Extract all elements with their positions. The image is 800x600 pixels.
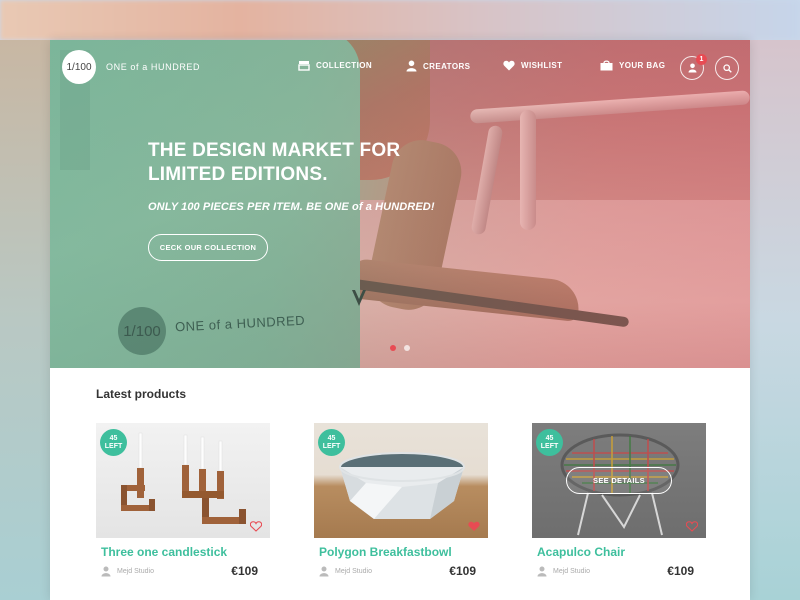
stock-label: LEFT	[104, 442, 123, 450]
nav-collection[interactable]: COLLECTION	[298, 60, 372, 71]
stock-left-badge: 45 LEFT	[318, 429, 345, 456]
wishlist-heart-icon[interactable]	[468, 521, 480, 532]
product-creator[interactable]: Mejd Studio	[319, 566, 372, 577]
brand-name[interactable]: ONE of a HUNDRED	[106, 62, 200, 72]
nav-wishlist[interactable]: WISHLIST	[503, 60, 562, 71]
nav-your-bag[interactable]: YOUR BAG	[600, 60, 665, 71]
nav-wishlist-label: WISHLIST	[521, 61, 563, 70]
nav-collection-label: COLLECTION	[316, 61, 372, 70]
stock-count: 45	[545, 434, 554, 442]
see-details-button[interactable]: SEE DETAILS	[566, 467, 672, 494]
background-blur-right	[750, 40, 800, 600]
product-name[interactable]: Acapulco Chair	[537, 545, 625, 559]
nav-creators-label: CREATORS	[423, 61, 471, 71]
background-blur-top	[0, 0, 800, 40]
heart-icon	[503, 60, 515, 71]
nav-bag-label: YOUR BAG	[619, 61, 666, 70]
creator-name: Mejd Studio	[117, 568, 154, 575]
product-card[interactable]: 45 LEFT Three one candlestick Mejd Studi…	[96, 423, 270, 578]
hero-subline: ONLY 100 PIECES PER ITEM. BE ONE of a HU…	[148, 201, 435, 213]
wishlist-heart-icon[interactable]	[250, 521, 262, 532]
product-price: €109	[667, 564, 694, 578]
brand-logo[interactable]: 1/100	[62, 50, 96, 84]
storefront-icon	[298, 61, 310, 71]
person-icon	[406, 60, 417, 72]
bag-printed-logo: 1/100	[118, 307, 166, 355]
user-icon	[688, 63, 696, 73]
creator-icon	[101, 566, 111, 577]
notification-badge: 1	[696, 54, 707, 65]
product-creator[interactable]: Mejd Studio	[537, 566, 590, 577]
hero-headline: THE DESIGN MARKET FOR LIMITED EDITIONS.	[148, 140, 401, 185]
carousel-dot-active[interactable]	[390, 345, 396, 351]
background-blur-left	[0, 40, 50, 600]
product-image[interactable]: 45 LEFT	[314, 423, 488, 538]
stock-label: LEFT	[540, 442, 559, 450]
product-name[interactable]: Three one candlestick	[101, 545, 227, 559]
product-price: €109	[449, 564, 476, 578]
brand-logo-glyph: 1/100	[66, 61, 92, 73]
stock-count: 45	[109, 434, 118, 442]
stock-count: 45	[327, 434, 336, 442]
search-icon	[722, 63, 732, 73]
product-creator[interactable]: Mejd Studio	[101, 566, 154, 577]
creator-name: Mejd Studio	[335, 568, 372, 575]
creator-icon	[537, 566, 547, 577]
product-card[interactable]: 45 LEFT SEE DETAILS Acapulco Chair Mejd …	[532, 423, 706, 578]
stock-left-badge: 45 LEFT	[100, 429, 127, 456]
hero-banner: 1/100 ONE of a HUNDRED 1/100 ONE of a HU…	[50, 40, 750, 368]
collection-cta-button[interactable]: CECK OUR COLLECTION	[148, 234, 268, 261]
product-card[interactable]: 45 LEFT Polygon Breakfastbowl Mejd Studi…	[314, 423, 488, 578]
nav-creators[interactable]: CREATORS	[406, 60, 470, 72]
website-window: 1/100 ONE of a HUNDRED 1/100 ONE of a HU…	[50, 40, 750, 600]
product-image[interactable]: 45 LEFT	[96, 423, 270, 538]
product-name[interactable]: Polygon Breakfastbowl	[319, 545, 452, 559]
stock-label: LEFT	[322, 442, 341, 450]
search-button[interactable]	[715, 56, 739, 80]
product-price: €109	[231, 564, 258, 578]
wishlist-heart-icon[interactable]	[686, 521, 698, 532]
creator-name: Mejd Studio	[553, 568, 590, 575]
carousel-dot[interactable]	[404, 345, 410, 351]
shopping-bag-icon	[600, 60, 613, 71]
section-title: Latest products	[96, 387, 187, 401]
creator-icon	[319, 566, 329, 577]
stock-left-badge: 45 LEFT	[536, 429, 563, 456]
bag-logo-glyph: 1/100	[123, 322, 161, 340]
bag-tag-icon	[350, 288, 370, 314]
product-image[interactable]: 45 LEFT SEE DETAILS	[532, 423, 706, 538]
